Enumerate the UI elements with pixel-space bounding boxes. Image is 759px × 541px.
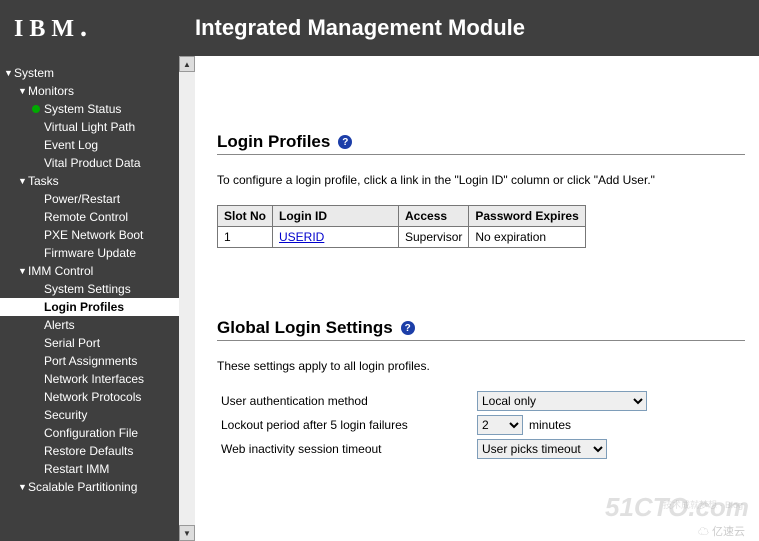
nav-power-restart[interactable]: Power/Restart	[0, 190, 179, 208]
scroll-track[interactable]	[179, 72, 195, 525]
nav-pxe-network-boot[interactable]: PXE Network Boot	[0, 226, 179, 244]
nav-firmware-update[interactable]: Firmware Update	[0, 244, 179, 262]
nav-monitors[interactable]: ▼Monitors	[0, 82, 179, 100]
global-settings-description: These settings apply to all login profil…	[217, 359, 745, 373]
nav-system-settings[interactable]: System Settings	[0, 280, 179, 298]
col-slot: Slot No	[218, 206, 273, 227]
lockout-select[interactable]: 2	[477, 415, 523, 435]
cell-expires: No expiration	[469, 227, 585, 248]
cell-access: Supervisor	[399, 227, 469, 248]
nav-system-status[interactable]: System Status	[0, 100, 179, 118]
login-id-link[interactable]: USERID	[279, 230, 324, 244]
nav-event-log[interactable]: Event Log	[0, 136, 179, 154]
col-access: Access	[399, 206, 469, 227]
page-title: Integrated Management Module	[195, 15, 525, 41]
nav-alerts[interactable]: Alerts	[0, 316, 179, 334]
nav-tasks[interactable]: ▼Tasks	[0, 172, 179, 190]
nav-remote-control[interactable]: Remote Control	[0, 208, 179, 226]
global-settings-header: Global Login Settings ?	[217, 318, 745, 341]
scroll-down-icon[interactable]: ▼	[179, 525, 195, 541]
nav-virtual-light-path[interactable]: Virtual Light Path	[0, 118, 179, 136]
watermark-yisu: ☁ 亿速云	[698, 523, 745, 539]
nav-scalable-partitioning[interactable]: ▼Scalable Partitioning	[0, 478, 179, 496]
nav-configuration-file[interactable]: Configuration File	[0, 424, 179, 442]
web-timeout-label: Web inactivity session timeout	[217, 442, 477, 456]
table-row: 1 USERID Supervisor No expiration	[218, 227, 586, 248]
col-expires: Password Expires	[469, 206, 585, 227]
lockout-label: Lockout period after 5 login failures	[217, 418, 477, 432]
header-bar: IBM. Integrated Management Module	[0, 0, 759, 56]
login-profiles-description: To configure a login profile, click a li…	[217, 173, 745, 187]
nav-restart-imm[interactable]: Restart IMM	[0, 460, 179, 478]
login-profiles-heading: Login Profiles	[217, 132, 330, 152]
help-icon[interactable]: ?	[401, 321, 415, 335]
table-header-row: Slot No Login ID Access Password Expires	[218, 206, 586, 227]
web-timeout-select[interactable]: User picks timeout	[477, 439, 607, 459]
sidebar-scrollbar[interactable]: ▲ ▼	[179, 56, 195, 541]
status-dot-icon	[32, 105, 40, 113]
scroll-up-icon[interactable]: ▲	[179, 56, 195, 72]
watermark-blog: 技术成就梦想 · Blog	[663, 498, 743, 511]
login-profiles-header: Login Profiles ?	[217, 132, 745, 155]
nav-login-profiles[interactable]: Login Profiles	[0, 298, 179, 316]
global-settings-heading: Global Login Settings	[217, 318, 393, 338]
nav-security[interactable]: Security	[0, 406, 179, 424]
nav-vital-product-data[interactable]: Vital Product Data	[0, 154, 179, 172]
auth-method-select[interactable]: Local only	[477, 391, 647, 411]
nav-system[interactable]: ▼System	[0, 64, 179, 82]
nav-network-protocols[interactable]: Network Protocols	[0, 388, 179, 406]
nav-serial-port[interactable]: Serial Port	[0, 334, 179, 352]
auth-method-label: User authentication method	[217, 394, 477, 408]
col-login: Login ID	[273, 206, 399, 227]
cell-slot: 1	[218, 227, 273, 248]
nav-network-interfaces[interactable]: Network Interfaces	[0, 370, 179, 388]
login-profiles-table: Slot No Login ID Access Password Expires…	[217, 205, 586, 248]
main-content: Login Profiles ? To configure a login pr…	[195, 56, 759, 541]
lockout-unit: minutes	[529, 418, 571, 432]
ibm-logo: IBM.	[14, 12, 85, 44]
nav-restore-defaults[interactable]: Restore Defaults	[0, 442, 179, 460]
navigation-sidebar: ▼System ▼Monitors System Status Virtual …	[0, 56, 179, 541]
nav-imm-control[interactable]: ▼IMM Control	[0, 262, 179, 280]
nav-port-assignments[interactable]: Port Assignments	[0, 352, 179, 370]
help-icon[interactable]: ?	[338, 135, 352, 149]
